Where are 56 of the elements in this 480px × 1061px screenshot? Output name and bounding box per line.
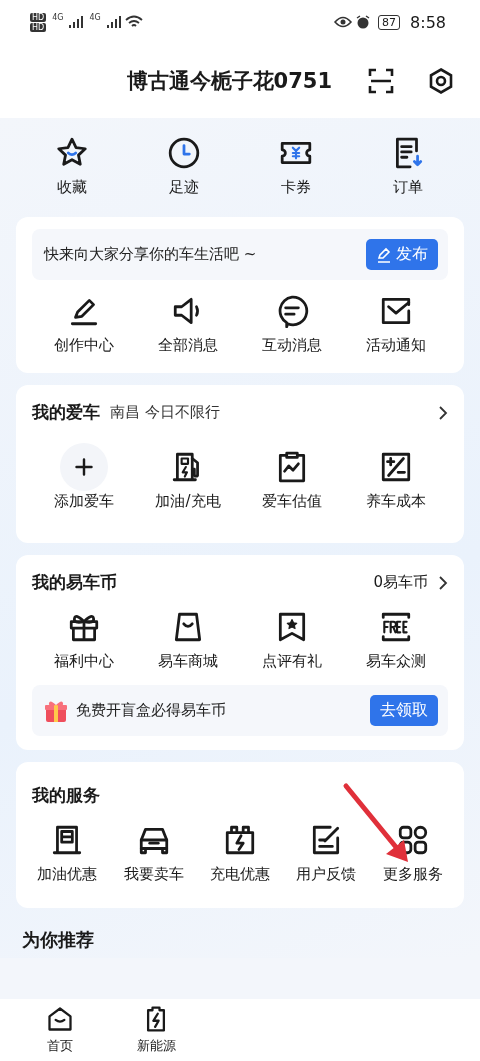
nav-tab[interactable]: 首页 <box>12 999 108 1061</box>
claim-button[interactable]: 去领取 <box>370 695 438 726</box>
shortcut-item[interactable]: 足迹 <box>128 128 240 205</box>
nav-tab[interactable]: 新能源 <box>108 999 204 1061</box>
shortcut-item[interactable]: 养车成本 <box>344 442 448 519</box>
hd-label: HD <box>30 22 47 32</box>
scan-icon[interactable] <box>368 68 394 94</box>
shortcut-item[interactable]: 福利中心 <box>32 602 136 679</box>
section-title: 我的服务 <box>32 784 100 807</box>
shortcut-item[interactable]: 更多服务 <box>369 815 456 892</box>
account-name: 博古通今栀子花0751 <box>126 68 332 95</box>
shortcut-item[interactable]: 我要卖车 <box>110 815 197 892</box>
shortcut-item[interactable]: 添加爱车 <box>32 442 136 519</box>
clock-icon <box>167 136 201 170</box>
pen-icon <box>376 246 392 263</box>
shortcut-item[interactable]: 全部消息 <box>136 286 240 363</box>
signal-icon <box>106 16 121 28</box>
shortcut-item[interactable]: 卡券 <box>240 128 352 205</box>
battery-icon <box>223 823 257 857</box>
network-label: 4G <box>88 12 102 22</box>
shortcut-item[interactable]: 易车众测 <box>344 602 448 679</box>
percent-icon <box>379 450 413 484</box>
signal-icon <box>69 16 84 28</box>
shortcut-item[interactable]: 收藏 <box>16 128 128 205</box>
section-title: 我的易车币 <box>32 571 117 594</box>
restriction-info: 南昌 今日不限行 <box>110 403 220 422</box>
wifi-icon <box>124 15 143 29</box>
section-title: 为你推荐 <box>21 928 95 952</box>
shortcut-item[interactable]: 活动通知 <box>344 286 448 363</box>
publish-button[interactable]: 发布 <box>366 239 438 270</box>
alarm-icon <box>356 15 371 29</box>
settings-icon[interactable] <box>428 68 454 94</box>
network-label: 4G <box>51 12 65 22</box>
shortcut-item[interactable]: 充电优惠 <box>196 815 284 892</box>
shortcut-item[interactable]: 易车商城 <box>136 602 240 679</box>
battery-indicator: 87 <box>378 14 401 30</box>
eye-icon <box>334 16 353 28</box>
status-time: 8:58 <box>410 12 446 32</box>
share-prompt: 快来向大家分享你的车生活吧 ~ <box>44 245 257 264</box>
coin-balance[interactable]: 0易车币 <box>373 573 428 592</box>
shortcut-item[interactable]: 加油优惠 <box>24 815 111 892</box>
section-title: 我的爱车 <box>32 401 100 424</box>
chevron-right-icon[interactable] <box>438 575 448 590</box>
hd-label: HD <box>30 12 47 22</box>
shortcut-item[interactable]: 互动消息 <box>240 286 344 363</box>
shortcut-item[interactable]: 创作中心 <box>32 286 136 363</box>
home-icon <box>46 1005 74 1033</box>
gift-box-icon <box>44 698 68 723</box>
shortcut-item[interactable]: 用户反馈 <box>283 815 370 892</box>
shortcut-item[interactable]: 爱车估值 <box>240 442 344 519</box>
shortcut-item[interactable]: 加油/充电 <box>136 442 240 519</box>
promo-text: 免费开盲盒必得易车币 <box>76 701 226 720</box>
free-tag-icon <box>379 610 413 644</box>
chevron-right-icon[interactable] <box>438 405 448 420</box>
shortcut-item[interactable]: 点评有礼 <box>240 602 344 679</box>
shortcut-item[interactable]: 订单 <box>352 128 464 205</box>
